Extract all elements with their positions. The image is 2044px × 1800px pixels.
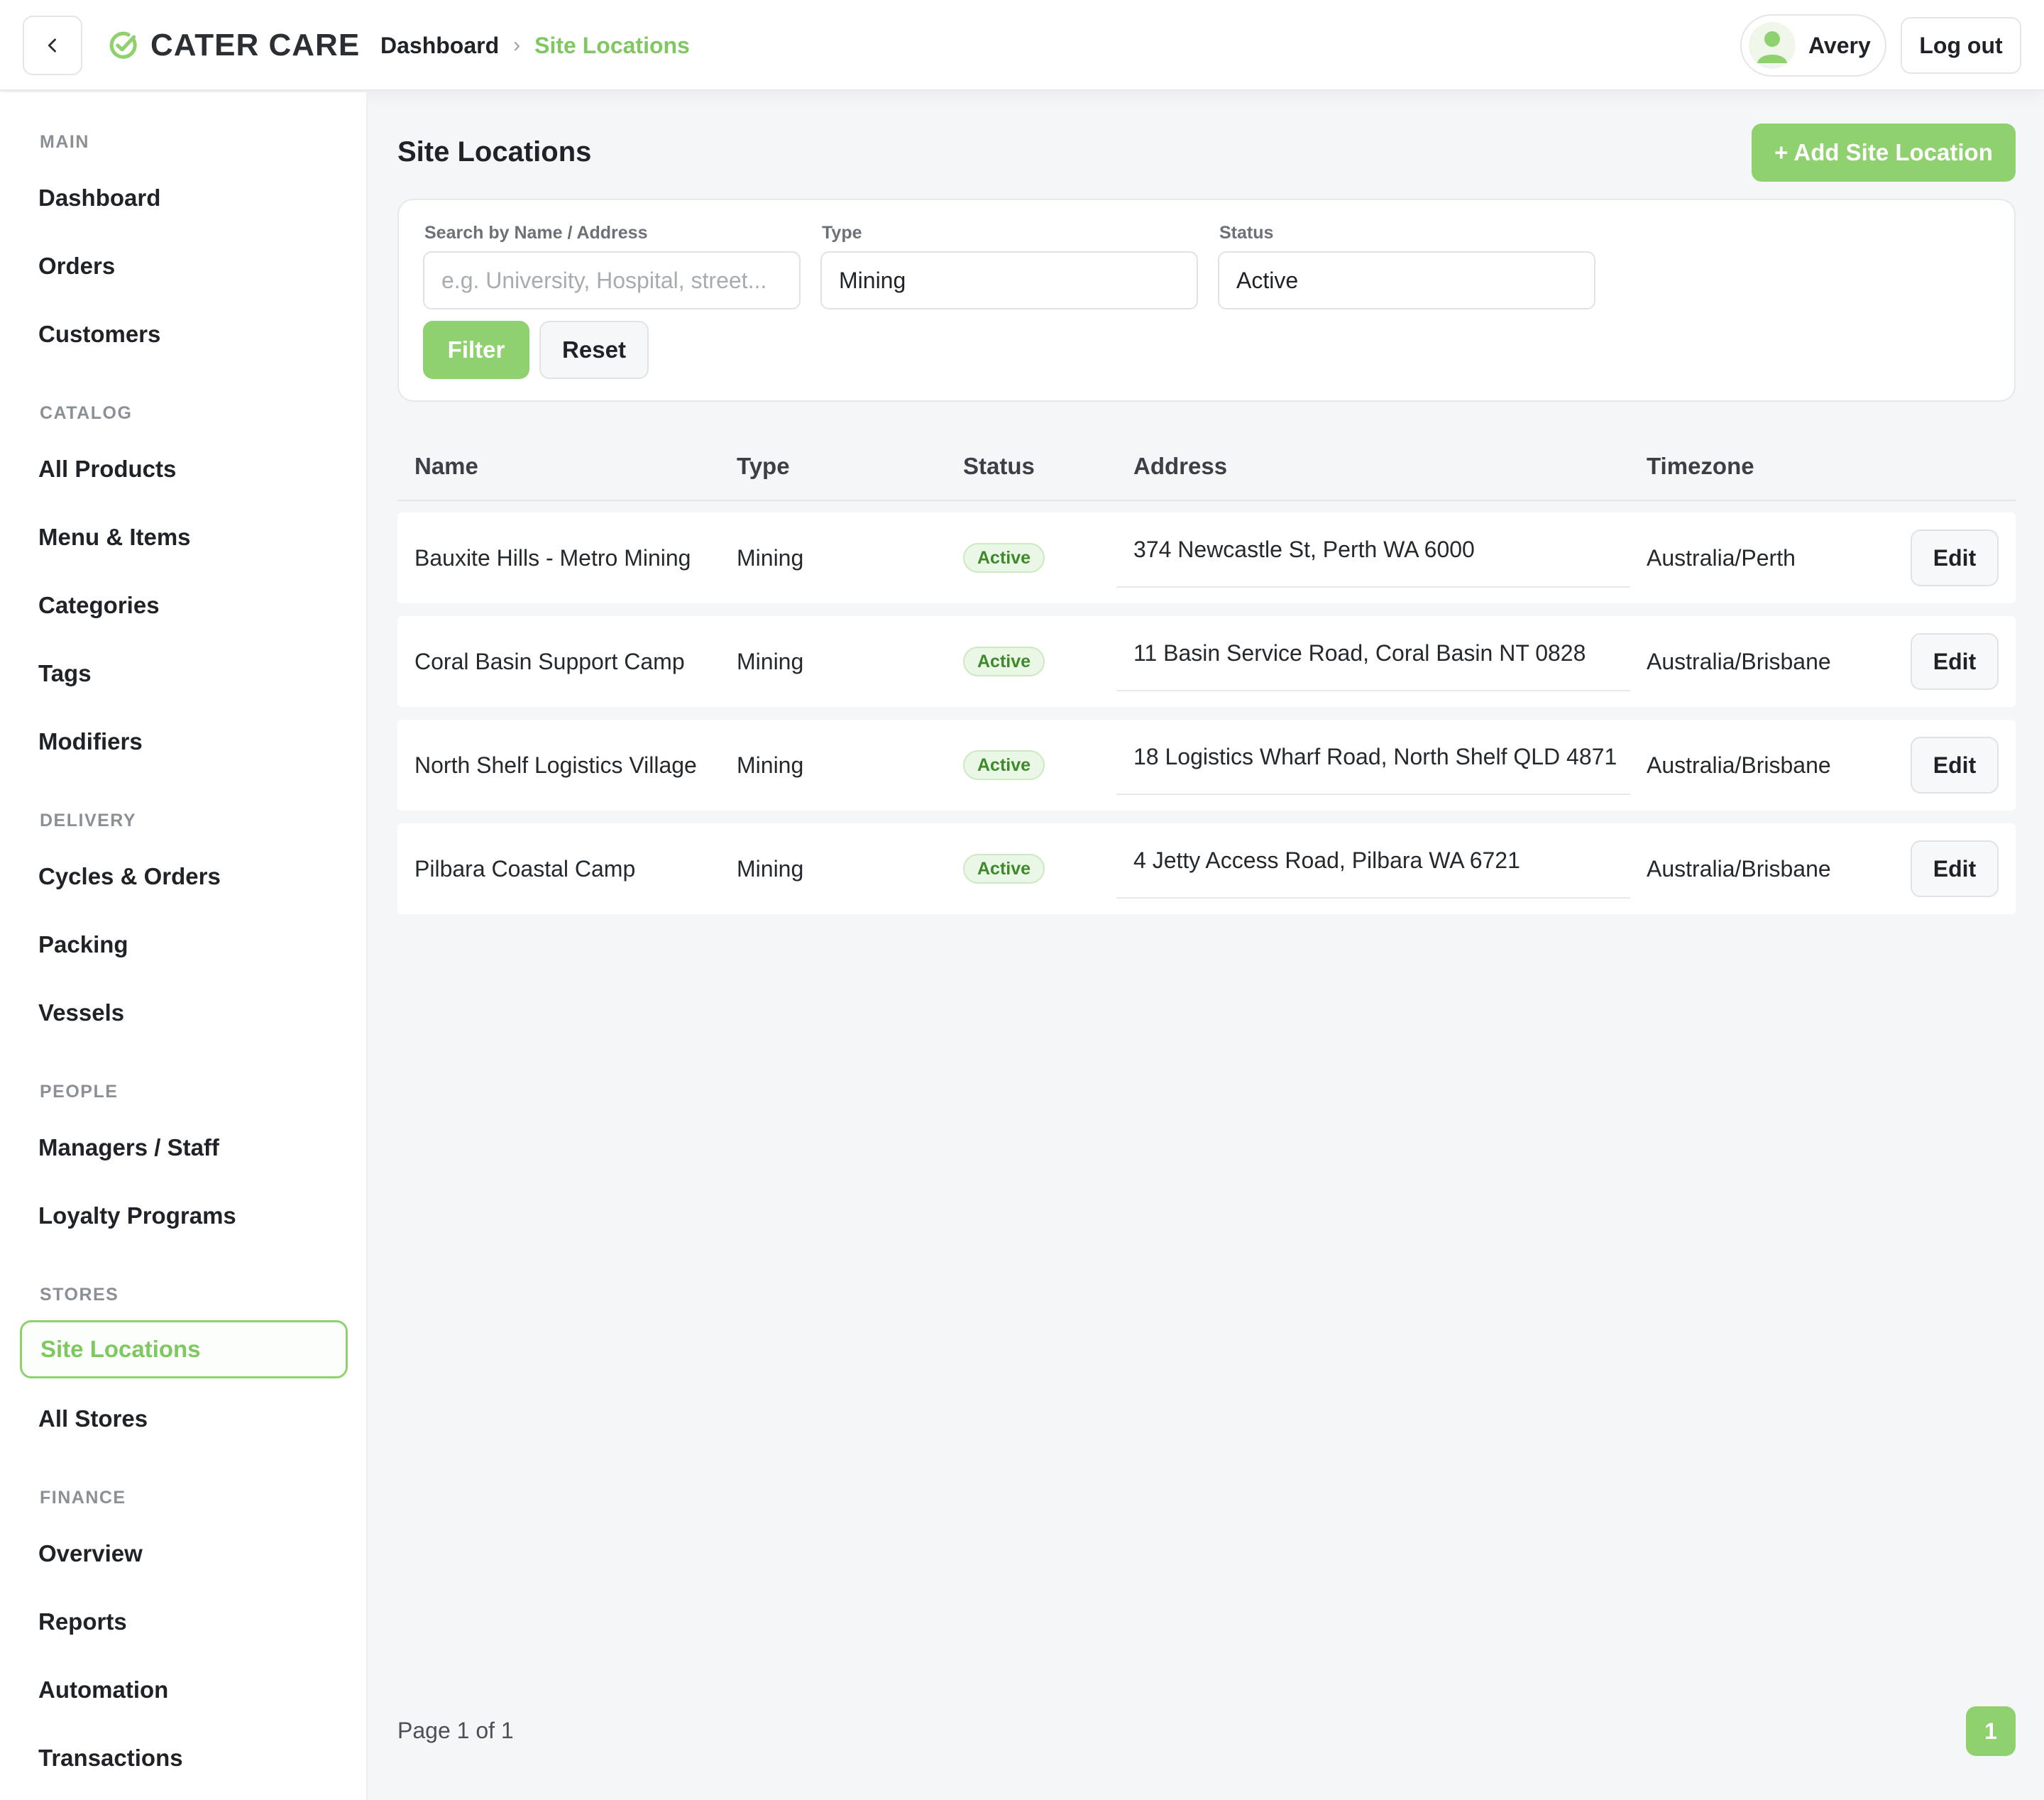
- row-name: Bauxite Hills - Metro Mining: [414, 544, 691, 571]
- row-address: 374 Newcastle St, Perth WA 6000: [1116, 512, 1630, 588]
- pagination-info: Page 1 of 1: [397, 1718, 514, 1743]
- edit-button[interactable]: Edit: [1911, 633, 1999, 690]
- column-header-name[interactable]: Name: [414, 453, 478, 480]
- row-address: 4 Jetty Access Road, Pilbara WA 6721: [1116, 823, 1630, 899]
- status-select-value: Active: [1236, 267, 1299, 293]
- row-timezone: Australia/Brisbane: [1647, 752, 1831, 778]
- edit-button[interactable]: Edit: [1911, 840, 1999, 897]
- status-label: Status: [1219, 223, 1274, 243]
- pagination-page-1[interactable]: 1: [1966, 1706, 2016, 1756]
- breadcrumb: Dashboard › Site Locations: [380, 28, 690, 62]
- brand-logo[interactable]: CATER CARE: [108, 24, 360, 67]
- row-address: 18 Logistics Wharf Road, North Shelf QLD…: [1116, 720, 1630, 795]
- sidebar-item-cycles-orders[interactable]: Cycles & Orders: [20, 847, 348, 906]
- sidebar-item-orders[interactable]: Orders: [20, 237, 348, 295]
- row-type: Mining: [737, 855, 804, 882]
- top-bar: CATER CARE Dashboard › Site Locations Av…: [0, 0, 2044, 91]
- sidebar-item-all-stores[interactable]: All Stores: [20, 1390, 348, 1448]
- sidebar-section-main: MAIN: [40, 132, 89, 152]
- search-input[interactable]: [423, 251, 801, 309]
- sidebar-item-tags[interactable]: Tags: [20, 644, 348, 703]
- add-site-location-button[interactable]: + Add Site Location: [1752, 124, 2016, 182]
- sidebar: MAIN Dashboard Orders Customers CATALOG …: [0, 92, 368, 1800]
- sidebar-item-managers-staff[interactable]: Managers / Staff: [20, 1119, 348, 1177]
- table-row: Coral Basin Support Camp Mining Active 1…: [397, 616, 2016, 707]
- status-badge: Active: [963, 750, 1045, 780]
- row-name: Pilbara Coastal Camp: [414, 855, 636, 882]
- chevron-left-icon: [48, 38, 56, 53]
- table-header: Name Type Status Address Timezone: [397, 440, 2016, 501]
- sidebar-item-all-products[interactable]: All Products: [20, 440, 348, 498]
- sidebar-item-dashboard[interactable]: Dashboard: [20, 169, 348, 227]
- row-address: 11 Basin Service Road, Coral Basin NT 08…: [1116, 616, 1630, 691]
- sidebar-item-site-locations[interactable]: Site Locations: [20, 1320, 348, 1378]
- sidebar-item-categories[interactable]: Categories: [20, 576, 348, 635]
- filter-panel: Search by Name / Address Type Mining Sta…: [397, 199, 2016, 402]
- type-select[interactable]: Mining: [820, 251, 1198, 309]
- sidebar-item-customers[interactable]: Customers: [20, 305, 348, 363]
- table-row: Bauxite Hills - Metro Mining Mining Acti…: [397, 512, 2016, 603]
- row-status: Active: [963, 823, 1045, 914]
- sidebar-item-transactions[interactable]: Transactions: [20, 1729, 348, 1787]
- user-menu[interactable]: Avery: [1740, 14, 1886, 77]
- status-badge: Active: [963, 543, 1045, 573]
- column-header-status[interactable]: Status: [963, 453, 1035, 480]
- user-name: Avery: [1808, 32, 1871, 58]
- sidebar-item-modifiers[interactable]: Modifiers: [20, 713, 348, 771]
- sidebar-section-stores: STORES: [40, 1285, 119, 1305]
- row-name: North Shelf Logistics Village: [414, 752, 697, 778]
- check-circle-icon: [109, 31, 137, 59]
- row-status: Active: [963, 512, 1045, 603]
- table-row: North Shelf Logistics Village Mining Act…: [397, 720, 2016, 811]
- row-status: Active: [963, 720, 1045, 811]
- type-label: Type: [822, 223, 862, 243]
- breadcrumb-separator: ›: [513, 33, 521, 57]
- column-header-timezone[interactable]: Timezone: [1647, 453, 1754, 480]
- type-select-value: Mining: [839, 267, 906, 293]
- sidebar-item-loyalty-programs[interactable]: Loyalty Programs: [20, 1187, 348, 1245]
- edit-button[interactable]: Edit: [1911, 529, 1999, 586]
- row-type: Mining: [737, 648, 804, 674]
- row-name: Coral Basin Support Camp: [414, 648, 685, 674]
- sidebar-item-menu-items[interactable]: Menu & Items: [20, 508, 348, 566]
- filter-button[interactable]: Filter: [423, 321, 529, 379]
- reset-button[interactable]: Reset: [539, 321, 649, 379]
- logout-button[interactable]: Log out: [1901, 17, 2021, 74]
- sidebar-item-vessels[interactable]: Vessels: [20, 984, 348, 1042]
- status-badge: Active: [963, 647, 1045, 676]
- back-button[interactable]: [23, 16, 82, 75]
- breadcrumb-dashboard[interactable]: Dashboard: [380, 33, 499, 59]
- breadcrumb-current: Site Locations: [534, 32, 690, 58]
- row-timezone: Australia/Brisbane: [1647, 855, 1831, 882]
- row-status: Active: [963, 616, 1045, 707]
- page-title: Site Locations: [397, 136, 592, 168]
- sidebar-item-packing[interactable]: Packing: [20, 916, 348, 974]
- row-type: Mining: [737, 752, 804, 778]
- sidebar-item-reports[interactable]: Reports: [20, 1593, 348, 1651]
- sidebar-item-automation[interactable]: Automation: [20, 1661, 348, 1719]
- row-type: Mining: [737, 544, 804, 571]
- brand-name: CATER CARE: [150, 28, 361, 62]
- sidebar-item-overview[interactable]: Overview: [20, 1525, 348, 1583]
- row-timezone: Australia/Brisbane: [1647, 648, 1831, 674]
- avatar: [1749, 22, 1796, 69]
- table-row: Pilbara Coastal Camp Mining Active 4 Jet…: [397, 823, 2016, 914]
- edit-button[interactable]: Edit: [1911, 737, 1999, 794]
- status-badge: Active: [963, 854, 1045, 884]
- sidebar-section-finance: FINANCE: [40, 1488, 126, 1508]
- column-header-type[interactable]: Type: [737, 453, 790, 480]
- user-icon: [1757, 31, 1787, 63]
- status-select[interactable]: Active: [1218, 251, 1595, 309]
- search-label: Search by Name / Address: [424, 223, 648, 243]
- column-header-address[interactable]: Address: [1133, 453, 1227, 480]
- sidebar-section-delivery: DELIVERY: [40, 811, 137, 830]
- row-timezone: Australia/Perth: [1647, 544, 1796, 571]
- sidebar-section-catalog: CATALOG: [40, 403, 133, 423]
- sidebar-section-people: PEOPLE: [40, 1082, 119, 1102]
